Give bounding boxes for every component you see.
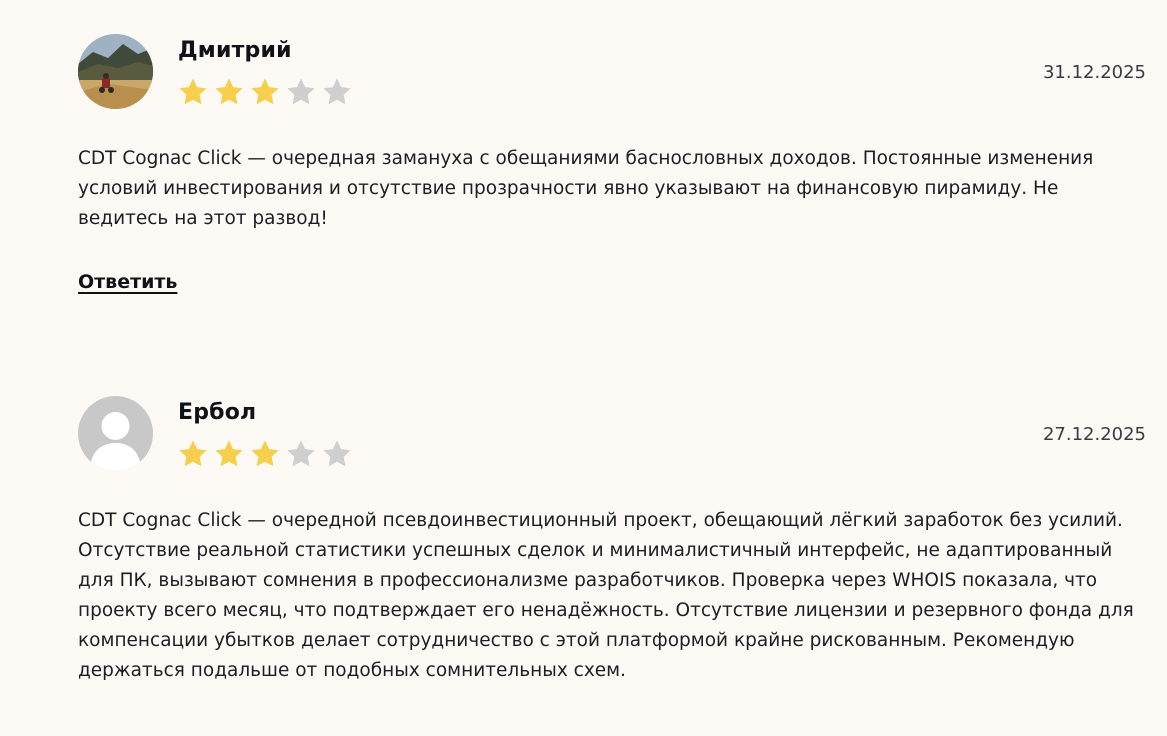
star-empty-icon bbox=[323, 440, 351, 467]
star-filled-icon bbox=[179, 440, 207, 467]
author-name: Дмитрий bbox=[178, 38, 292, 63]
review-date: 27.12.2025 bbox=[1042, 424, 1146, 445]
author-name: Ербол bbox=[178, 400, 257, 425]
star-filled-icon bbox=[215, 78, 243, 105]
star-empty-icon bbox=[323, 78, 351, 105]
landscape-photo-icon bbox=[78, 34, 153, 109]
rating-stars bbox=[176, 438, 354, 470]
star-empty-icon bbox=[287, 440, 315, 467]
reviews-page: Дмитрий 31.12.2025 CDT Cognac Click — оч… bbox=[0, 0, 1167, 736]
avatar bbox=[78, 396, 153, 471]
star-filled-icon bbox=[215, 440, 243, 467]
review-text: CDT Cognac Click — очередной псевдоинвес… bbox=[78, 510, 1134, 681]
review-date: 31.12.2025 bbox=[1042, 62, 1146, 83]
rating-stars bbox=[176, 76, 354, 108]
star-filled-icon bbox=[179, 78, 207, 105]
avatar bbox=[78, 34, 153, 109]
reply-link[interactable]: Ответить bbox=[78, 271, 177, 293]
star-filled-icon bbox=[251, 78, 279, 105]
star-empty-icon bbox=[287, 78, 315, 105]
review-text: CDT Cognac Click — очередная замануха с … bbox=[78, 148, 1094, 229]
default-user-icon bbox=[78, 396, 153, 471]
star-filled-icon bbox=[251, 440, 279, 467]
